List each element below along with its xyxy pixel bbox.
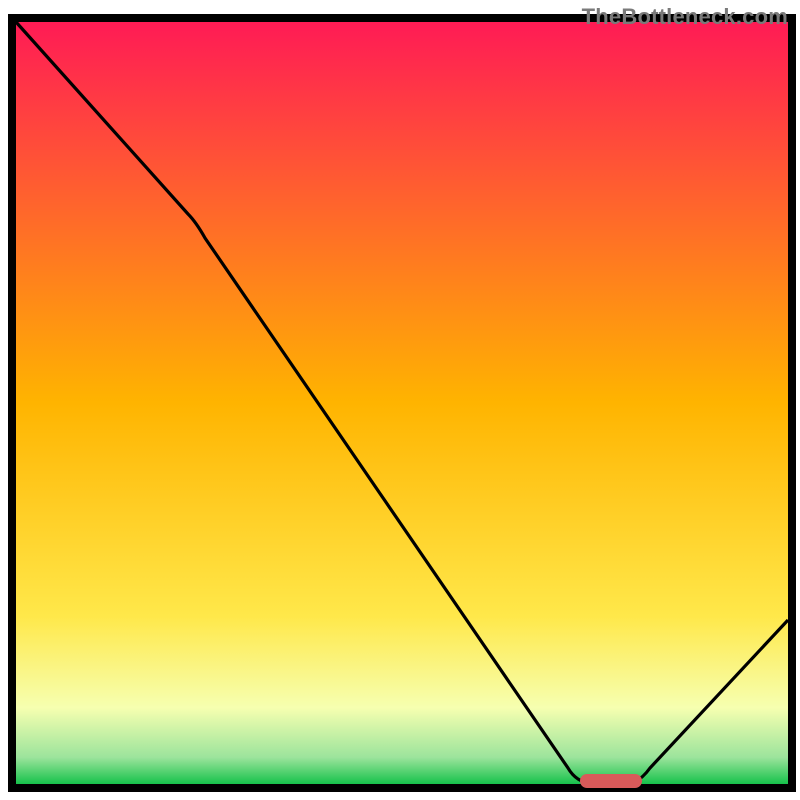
chart-container: TheBottleneck.com [0, 0, 800, 800]
gradient-background [16, 22, 788, 784]
bottleneck-chart [0, 0, 800, 800]
axis-left [8, 14, 16, 792]
frame-right [788, 14, 796, 792]
target-range-marker [580, 774, 642, 788]
axis-bottom [8, 784, 796, 792]
frame-top [8, 14, 796, 22]
